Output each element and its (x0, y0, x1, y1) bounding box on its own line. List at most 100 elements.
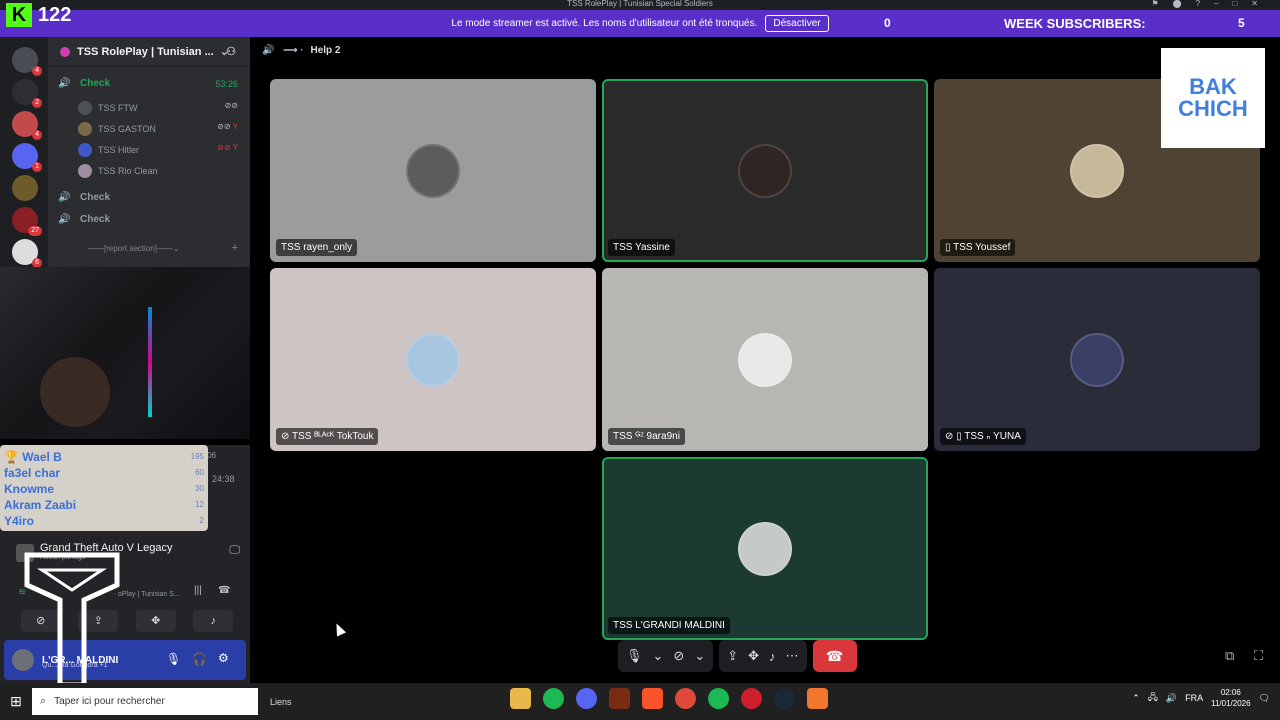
spotify-icon[interactable] (543, 688, 564, 709)
spotify-icon[interactable] (708, 688, 729, 709)
avatar (78, 164, 92, 178)
brave-icon[interactable] (642, 688, 663, 709)
fullscreen-icon[interactable]: ⛶ (1254, 648, 1263, 664)
speaker-icon: 🔊 (262, 45, 275, 56)
channel-sidebar: TSS RolePlay | Tunisian ... ⌄ ⚇ 🔊 Check … (48, 37, 250, 267)
app-icon[interactable] (741, 688, 762, 709)
server-icon[interactable]: 2 (12, 79, 42, 108)
server-icon (60, 46, 70, 57)
kick-viewer-count: K 122 (0, 0, 80, 30)
channel-name: Help 2 (310, 45, 341, 56)
call-header: 🔊 ⟶ · Help 2 (262, 45, 340, 56)
soundboard-button[interactable]: ♪ (193, 610, 234, 632)
participant-tile[interactable]: ⊘ TSS ᴮᴸᴬᶜᴷ TokTouk (270, 268, 596, 451)
voice-channel-check[interactable]: 🔊 Check (58, 192, 110, 203)
settings-gear-icon[interactable]: ⚙ (218, 651, 229, 665)
avatar (1070, 143, 1124, 198)
add-member-icon[interactable]: ⚇ (226, 45, 236, 58)
channel-label: Check (80, 214, 111, 225)
clock[interactable]: 02:06 11/01/2026 (1211, 687, 1250, 709)
disconnect-button[interactable]: ☎ (812, 640, 857, 672)
voice-channel-check-active[interactable]: 🔊 Check (58, 78, 110, 89)
voice-member[interactable]: TSS GASTON (78, 122, 156, 136)
activities-button[interactable]: ✥ (135, 610, 176, 632)
app-icon[interactable] (807, 688, 828, 709)
speaker-icon: 🔊 (58, 192, 71, 203)
taskbar-search[interactable]: ⌕ Taper ici pour rechercher (32, 688, 258, 715)
avatar (738, 521, 792, 576)
server-icon[interactable]: 4 (12, 111, 42, 140)
activities-icon[interactable]: ✥ (748, 648, 759, 664)
voice-member[interactable]: TSS Rio Clean (78, 164, 158, 178)
server-icon[interactable]: 1 (12, 143, 42, 172)
noise-suppression-icon[interactable]: ||| (194, 585, 202, 596)
avatar (78, 122, 92, 136)
arrow-icon: ⟶ · (283, 45, 304, 56)
voice-channel-check[interactable]: 🔊 Check (58, 214, 110, 225)
server-icon[interactable]: 27 (12, 207, 42, 236)
disconnect-icon[interactable]: ☎ (218, 585, 230, 596)
volume-icon[interactable]: 🔊 (1166, 693, 1177, 704)
server-icon[interactable]: 4 (12, 47, 42, 76)
share-screen-icon[interactable]: ⇪ (727, 648, 738, 664)
streamer-webcam (0, 267, 278, 439)
microphone-icon[interactable]: 🎙 (166, 652, 181, 666)
server-header[interactable]: TSS RolePlay | Tunisian ... ⌄ ⚇ (48, 37, 250, 67)
mic-control[interactable]: 🎙 ⌄ ⊘ ⌄ (618, 640, 714, 672)
speaker-icon: 🔊 (58, 78, 71, 89)
headset-icon[interactable]: 🎧 (192, 652, 207, 666)
windows-start-icon[interactable]: ⊞ (0, 693, 32, 710)
participant-name: TSS rayen_only (276, 239, 358, 256)
leaderboard-row: Akram Zaabi 12 (4, 498, 204, 512)
stream-logo-icon (24, 552, 120, 685)
notifications-icon[interactable]: 🗨 (1259, 693, 1270, 704)
links-toolbar[interactable]: Liens (270, 697, 292, 707)
rgb-light (148, 307, 152, 417)
server-icon[interactable] (12, 175, 38, 201)
camera-off-icon[interactable]: ⊘ (673, 648, 684, 664)
popout-icon[interactable]: ⧉ (1225, 648, 1234, 664)
language-indicator[interactable]: FRA (1185, 693, 1203, 703)
server-icon[interactable]: 6 (12, 239, 42, 268)
kick-icon: K (6, 3, 32, 27)
discord-icon[interactable] (576, 688, 597, 709)
avatar (78, 101, 92, 115)
chevron-down-icon[interactable]: ⌄ (694, 648, 705, 664)
deafened-icon: ⊘⊘ Y (217, 122, 238, 131)
more-icon[interactable]: ⋯ (786, 648, 799, 664)
illustrator-icon[interactable] (609, 688, 630, 709)
leaderboard-row: fa3el char 60 (4, 466, 204, 480)
soundboard-icon[interactable]: ♪ (769, 649, 776, 664)
chrome-icon[interactable] (675, 688, 696, 709)
unread-badge: 4 (32, 130, 42, 140)
participant-tile[interactable]: TSS ᴳᶻ 9ara9ni (602, 268, 928, 451)
category-report-section[interactable]: ——[report section]——⌄ (88, 244, 180, 253)
window-title: TSS RolePlay | Tunisian Special Soldiers (567, 0, 713, 8)
steam-icon[interactable] (774, 688, 795, 709)
disable-streamer-button[interactable]: Désactiver (765, 15, 829, 32)
screen-share-icon[interactable]: 🖵 (229, 544, 240, 557)
tray-chevron-icon[interactable]: ⌃ (1132, 693, 1140, 704)
network-icon[interactable]: 🖧 (1148, 690, 1158, 706)
window-titlebar: TSS RolePlay | Tunisian Special Soldiers… (0, 0, 1280, 10)
participant-name: TSS L'GRANDI MALDINI (608, 617, 730, 634)
desktop: TSS RolePlay | Tunisian Special Soldiers… (0, 0, 1280, 720)
participant-tile[interactable]: ⊘ ▯ TSS ₙ YUNA (934, 268, 1260, 451)
participant-tile[interactable]: TSS rayen_only (270, 79, 596, 262)
voice-server-name: oPlay | Tunisian S... (118, 591, 180, 598)
unread-badge: 27 (28, 226, 42, 236)
participant-tile[interactable]: TSS Yassine (602, 79, 928, 262)
mobile-icon: ▯ (945, 242, 954, 253)
participant-tile[interactable]: TSS L'GRANDI MALDINI (602, 457, 928, 640)
leaderboard-row: 🏆 Wael B 195 (4, 450, 204, 464)
voice-member[interactable]: TSS Hitler (78, 143, 139, 157)
unread-badge: 4 (32, 66, 42, 76)
chat-leaderboard-widget: 🏆 Wael B 195 fa3el char 60 Knowme 30 Akram … (0, 445, 208, 531)
server-rail: 4 2 4 1 27 6 (0, 37, 48, 268)
file-explorer-icon[interactable] (510, 688, 531, 709)
window-controls[interactable]: ⚑⬤?–□✕ (1151, 0, 1272, 8)
microphone-icon[interactable]: 🎙 (626, 648, 643, 664)
voice-member[interactable]: TSS FTW (78, 101, 138, 115)
chevron-down-icon[interactable]: ⌄ (653, 648, 664, 664)
add-channel-icon[interactable]: + (232, 242, 238, 254)
